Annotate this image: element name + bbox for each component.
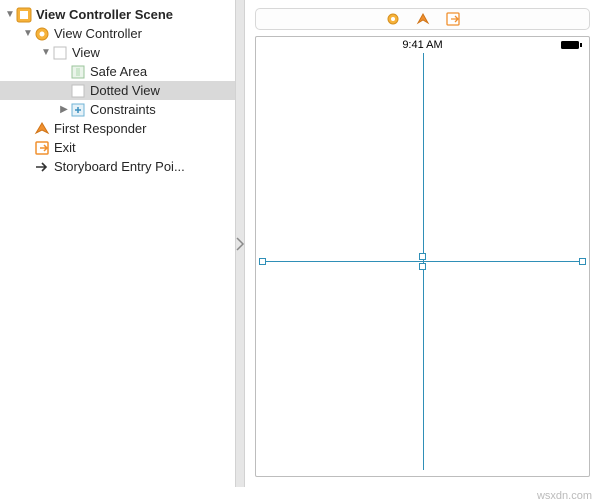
- disclosure-icon: ▼: [4, 9, 16, 20]
- canvas-area: 9:41 AM: [245, 0, 600, 487]
- scene-label: View Controller Scene: [36, 7, 173, 22]
- constraints-label: Constraints: [90, 102, 156, 117]
- entry-label: Storyboard Entry Poi...: [54, 159, 185, 174]
- constraints-icon: [70, 102, 86, 118]
- dotted-view-label: Dotted View: [90, 83, 160, 98]
- document-outline: ▼ View Controller Scene ▼ View Controlle…: [0, 0, 235, 487]
- device-frame[interactable]: 9:41 AM: [255, 36, 590, 477]
- safe-area-label: Safe Area: [90, 64, 147, 79]
- outline-scene[interactable]: ▼ View Controller Scene: [0, 5, 235, 24]
- app-root: ▼ View Controller Scene ▼ View Controlle…: [0, 0, 600, 487]
- outline-view-controller[interactable]: ▼ View Controller: [0, 24, 235, 43]
- custom-view-icon: [70, 83, 86, 99]
- arrow-right-icon: [34, 159, 50, 175]
- disclosure-icon: ▼: [22, 28, 34, 39]
- view-controller-dock-icon[interactable]: [386, 12, 400, 26]
- exit-icon: [34, 140, 50, 156]
- resize-handle-right[interactable]: [579, 258, 586, 265]
- first-responder-dock-icon[interactable]: [416, 12, 430, 26]
- resize-handle-left[interactable]: [259, 258, 266, 265]
- view-controller-icon: [34, 26, 50, 42]
- first-responder-icon: [34, 121, 50, 137]
- vc-label: View Controller: [54, 26, 142, 41]
- scene-dock: [255, 8, 590, 30]
- status-bar: 9:41 AM: [256, 37, 589, 53]
- exit-dock-icon[interactable]: [446, 12, 460, 26]
- chevron-right-icon: [235, 236, 245, 252]
- view-label: View: [72, 45, 100, 60]
- status-time: 9:41 AM: [402, 39, 442, 51]
- safe-area-icon: [70, 64, 86, 80]
- outline-safe-area[interactable]: Safe Area: [0, 62, 235, 81]
- resize-handle-center-bottom[interactable]: [419, 263, 426, 270]
- scene-icon: [16, 7, 32, 23]
- watermark: wsxdn.com: [537, 490, 592, 502]
- outline-exit[interactable]: Exit: [0, 138, 235, 157]
- outline-constraints[interactable]: ▶ Constraints: [0, 100, 235, 119]
- view-icon: [52, 45, 68, 61]
- disclosure-icon: ▼: [40, 47, 52, 58]
- outline-view[interactable]: ▼ View: [0, 43, 235, 62]
- outline-entry-point[interactable]: Storyboard Entry Poi...: [0, 157, 235, 176]
- outline-first-responder[interactable]: First Responder: [0, 119, 235, 138]
- horizontal-guide: [262, 261, 583, 262]
- first-responder-label: First Responder: [54, 121, 146, 136]
- outline-dotted-view[interactable]: Dotted View: [0, 81, 235, 100]
- outline-collapse-handle[interactable]: [235, 0, 245, 487]
- exit-label: Exit: [54, 140, 76, 155]
- battery-icon: [561, 40, 583, 53]
- disclosure-icon: ▶: [58, 104, 70, 115]
- resize-handle-center-top[interactable]: [419, 253, 426, 260]
